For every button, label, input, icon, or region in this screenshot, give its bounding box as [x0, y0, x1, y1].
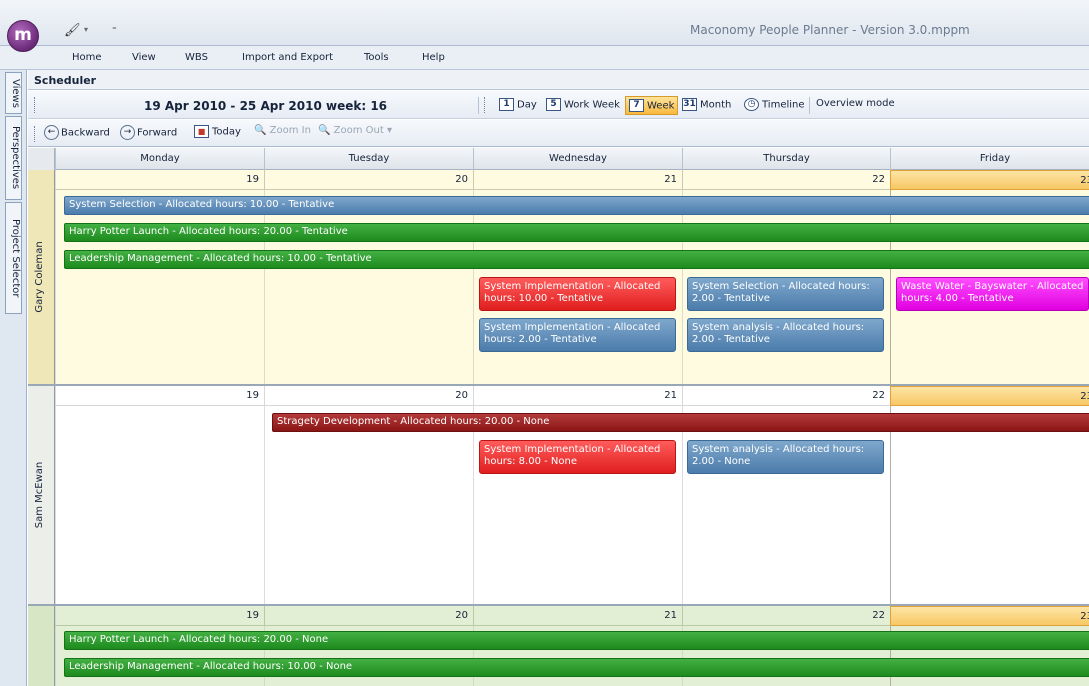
day-number: 21 [473, 170, 682, 190]
appointment-block[interactable]: System analysis - Allocated hours: 2.00 … [687, 440, 884, 474]
scheduler-grid: Monday Tuesday Wednesday Thursday Friday… [28, 148, 1089, 686]
day-header-thursday: Thursday [682, 148, 890, 170]
window-title: Maconomy People Planner - Version 3.0.mp… [690, 23, 970, 37]
day-header-wednesday: Wednesday [473, 148, 682, 170]
menu-import-export[interactable]: Import and Export [242, 52, 333, 63]
chevron-down-icon: ▾ [386, 125, 392, 136]
calendar-week-icon: 7 [629, 99, 644, 112]
format-painter-icon[interactable]: 🖌 [64, 23, 81, 38]
day-number: 20 [264, 606, 473, 626]
menu-tools[interactable]: Tools [364, 52, 389, 63]
view-work-week-button[interactable]: 5 Work Week [543, 96, 623, 115]
day-number: 19 [55, 606, 264, 626]
overview-mode-button[interactable]: Overview mode [813, 96, 898, 115]
date-range-label: 19 Apr 2010 - 25 Apr 2010 week: 16 [144, 99, 388, 113]
appointment-block[interactable]: System Implementation - Allocated hours:… [479, 440, 676, 474]
app-menu-button[interactable]: m [7, 20, 39, 52]
clock-icon: ◷ [744, 98, 759, 111]
day-number: 22 [682, 386, 890, 406]
appointment-block[interactable]: System Implementation - Allocated hours:… [479, 277, 676, 311]
day-number: 20 [264, 386, 473, 406]
zoom-out-button[interactable]: 🔍 Zoom Out ▾ [318, 125, 392, 136]
appointment-bar[interactable]: Leadership Management - Allocated hours:… [64, 658, 1089, 677]
day-number-highlight: 23 [890, 606, 1089, 626]
forward-button[interactable]: → Forward [120, 125, 177, 140]
appointment-bar[interactable]: Harry Potter Launch - Allocated hours: 2… [64, 631, 1089, 650]
day-number: 20 [264, 170, 473, 190]
day-header-tuesday: Tuesday [264, 148, 473, 170]
zoom-in-icon: 🔍 [254, 125, 267, 136]
tab-perspectives[interactable]: Perspectives [5, 116, 22, 200]
day-number: 19 [55, 170, 264, 190]
calendar-work-week-icon: 5 [546, 98, 561, 111]
day-header-monday: Monday [55, 148, 264, 170]
toolbar-grip[interactable] [34, 126, 36, 142]
day-number: 19 [55, 386, 264, 406]
appointment-block[interactable]: System analysis - Allocated hours: 2.00 … [687, 318, 884, 352]
menu-wbs[interactable]: WBS [185, 52, 208, 63]
tab-project-selector[interactable]: Project Selector [5, 202, 22, 314]
tab-views[interactable]: Views [5, 72, 22, 114]
appointment-block[interactable]: System Selection - Allocated hours: 2.00… [687, 277, 884, 311]
zoom-out-icon: 🔍 [318, 125, 331, 136]
day-number: 21 [473, 386, 682, 406]
chevron-down-icon[interactable]: ▾ [84, 25, 88, 34]
day-cell[interactable] [55, 386, 264, 604]
menu-view[interactable]: View [132, 52, 156, 63]
menu-bar: Home View WBS Import and Export Tools He… [0, 46, 1089, 70]
day-number-highlight: 23 [890, 170, 1089, 190]
menu-home[interactable]: Home [72, 52, 102, 63]
resource-row-gary-coleman: Gary Coleman 19 20 21 22 23 System Selec… [28, 170, 1089, 386]
menu-help[interactable]: Help [422, 52, 445, 63]
day-number: 21 [473, 606, 682, 626]
resource-row-third: 19 20 21 22 23 Harry Potter Launch - All… [28, 606, 1089, 686]
header-corner [28, 148, 55, 170]
day-number: 22 [682, 170, 890, 190]
view-day-button[interactable]: 1 Day [496, 96, 540, 115]
day-header-friday: Friday [890, 148, 1089, 170]
appointment-bar[interactable]: Leadership Management - Allocated hours:… [64, 250, 1089, 269]
customize-toolbar-icon[interactable]: ₌ [112, 23, 117, 33]
appointment-block[interactable]: System Implementation - Allocated hours:… [479, 318, 676, 352]
resource-label: Gary Coleman [28, 170, 55, 384]
view-toolbar: 19 Apr 2010 - 25 Apr 2010 week: 16 1 Day … [28, 91, 1089, 119]
day-number-highlight: 23 [890, 386, 1089, 406]
view-timeline-button[interactable]: ◷ Timeline [741, 96, 808, 115]
arrow-left-icon: ← [44, 125, 59, 140]
appointment-bar[interactable]: Stragety Development - Allocated hours: … [272, 413, 1089, 432]
toolbar-grip[interactable] [484, 97, 486, 113]
toolbar-separator [478, 97, 479, 114]
view-month-button[interactable]: 31 Month [679, 96, 734, 115]
resource-row-sam-mcewan: Sam McEwan 19 20 21 22 23 Stragety Devel… [28, 386, 1089, 606]
day-number: 22 [682, 606, 890, 626]
resource-label: Sam McEwan [28, 386, 55, 604]
title-bar: 🖌 ▾ ₌ Maconomy People Planner - Version … [0, 0, 1089, 46]
scheduler-title: Scheduler [28, 70, 1089, 90]
appointment-block[interactable]: Waste Water - Bayswater - Allocated hour… [896, 277, 1089, 311]
day-header-row: Monday Tuesday Wednesday Thursday Friday [28, 148, 1089, 170]
appointment-bar[interactable]: System Selection - Allocated hours: 10.0… [64, 196, 1089, 215]
calendar-month-icon: 31 [682, 98, 697, 111]
navigation-toolbar: ← Backward → Forward ■ Today 🔍 Zoom In 🔍 Zo… [28, 120, 1089, 147]
arrow-right-icon: → [120, 125, 135, 140]
backward-button[interactable]: ← Backward [44, 125, 110, 140]
calendar-day-icon: 1 [499, 98, 514, 111]
zoom-in-button[interactable]: 🔍 Zoom In [254, 125, 311, 136]
resource-label [28, 606, 55, 686]
today-button[interactable]: ■ Today [194, 125, 241, 138]
toolbar-separator [809, 97, 810, 114]
calendar-today-icon: ■ [194, 125, 209, 138]
appointment-bar[interactable]: Harry Potter Launch - Allocated hours: 2… [64, 223, 1089, 242]
side-panel-tabs: Views Perspectives Project Selector [0, 70, 27, 686]
toolbar-grip[interactable] [34, 97, 36, 113]
view-week-button[interactable]: 7 Week [625, 96, 679, 115]
